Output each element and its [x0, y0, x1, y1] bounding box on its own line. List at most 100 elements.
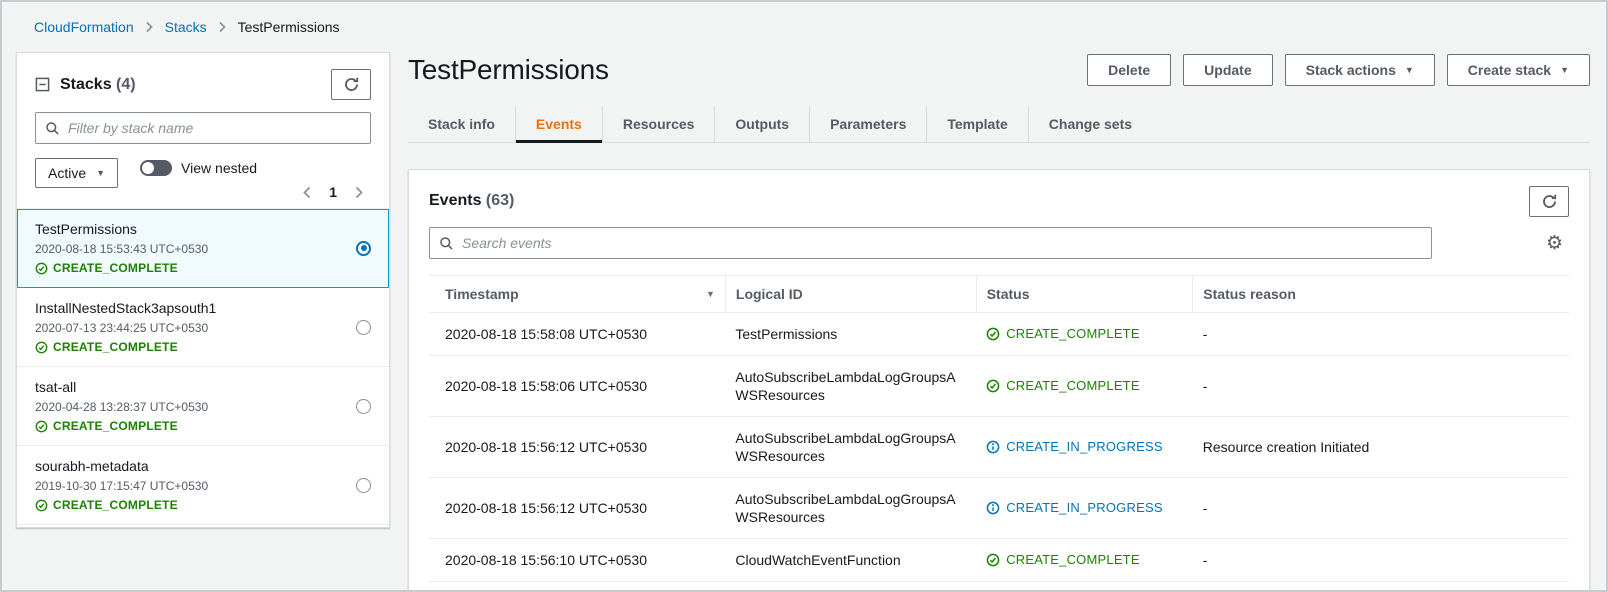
event-status: CREATE_COMPLETE [986, 377, 1183, 395]
success-check-icon [986, 379, 1000, 393]
stack-status: CREATE_COMPLETE [35, 340, 356, 354]
cloudformation-console: CloudFormation Stacks TestPermissions St… [0, 0, 1608, 592]
refresh-events-button[interactable] [1529, 186, 1569, 217]
event-logical-id: AutoSubscribeLambdaLogGroupsAWSResources [725, 356, 976, 417]
caret-down-icon: ▼ [1560, 65, 1569, 75]
event-logical-id: AutoSubscribeLambdaLogGroupsAWSResources [725, 417, 976, 478]
stack-radio[interactable] [356, 320, 371, 335]
breadcrumb-current: TestPermissions [238, 19, 340, 35]
event-status: CREATE_IN_PROGRESS [986, 499, 1183, 517]
events-panel-title: Events (63) [429, 186, 514, 210]
stack-name: TestPermissions [35, 221, 356, 237]
info-icon [986, 501, 1000, 515]
event-row: 2020-08-18 15:58:08 UTC+0530 TestPermiss… [429, 313, 1569, 356]
stack-timestamp: 2020-08-18 15:53:43 UTC+0530 [35, 242, 356, 256]
event-row: 2020-08-18 15:56:10 UTC+0530 CloudWatchE… [429, 539, 1569, 582]
event-status-reason: - [1193, 582, 1569, 592]
sort-descending-icon[interactable]: ▼ [706, 289, 715, 299]
view-nested-toggle[interactable] [140, 160, 172, 176]
main-content: TestPermissions Delete Update Stack acti… [408, 52, 1590, 592]
success-check-icon [35, 420, 48, 433]
caret-down-icon: ▼ [1405, 65, 1414, 75]
refresh-stacks-button[interactable] [331, 69, 371, 100]
success-check-icon [986, 553, 1000, 567]
tab-events[interactable]: Events [515, 106, 602, 142]
tab-change-sets[interactable]: Change sets [1028, 106, 1152, 142]
stack-timestamp: 2019-10-30 17:15:47 UTC+0530 [35, 479, 356, 493]
previous-page-icon[interactable] [301, 185, 313, 200]
stack-actions-dropdown-button[interactable]: Stack actions ▼ [1285, 54, 1435, 86]
refresh-icon [1541, 193, 1558, 210]
update-button[interactable]: Update [1183, 54, 1272, 86]
events-table: ▼Timestamp Logical ID Status Status reas… [429, 275, 1569, 592]
stack-list: TestPermissions 2020-08-18 15:53:43 UTC+… [17, 208, 389, 525]
stack-list-item-tsat-all[interactable]: tsat-all 2020-04-28 13:28:37 UTC+0530 CR… [17, 367, 389, 446]
event-timestamp: 2020-08-18 15:58:08 UTC+0530 [429, 313, 725, 356]
chevron-right-icon [217, 20, 228, 34]
event-timestamp: 2020-08-18 15:55:41 UTC+0530 [429, 582, 725, 592]
tab-outputs[interactable]: Outputs [714, 106, 809, 142]
column-header-status: Status [976, 276, 1193, 313]
chevron-right-icon [144, 20, 155, 34]
gear-icon[interactable]: ⚙ [1546, 234, 1563, 253]
breadcrumb-link-stacks[interactable]: Stacks [165, 19, 207, 35]
event-status: CREATE_IN_PROGRESS [986, 438, 1183, 456]
tab-template[interactable]: Template [926, 106, 1027, 142]
event-status-reason: - [1193, 478, 1569, 539]
breadcrumb: CloudFormation Stacks TestPermissions [2, 2, 1606, 48]
stack-list-item-testpermissions[interactable]: TestPermissions 2020-08-18 15:53:43 UTC+… [17, 209, 389, 288]
stack-status: CREATE_COMPLETE [35, 498, 356, 512]
stack-timestamp: 2020-07-13 23:44:25 UTC+0530 [35, 321, 356, 335]
view-nested-label: View nested [181, 160, 257, 176]
caret-down-icon: ▼ [96, 168, 105, 178]
delete-button[interactable]: Delete [1087, 54, 1171, 86]
tab-stack-info[interactable]: Stack info [408, 106, 515, 142]
event-logical-id: TestPermissions [725, 313, 976, 356]
event-timestamp: 2020-08-18 15:56:12 UTC+0530 [429, 417, 725, 478]
stack-name: tsat-all [35, 379, 356, 395]
next-page-icon[interactable] [353, 185, 365, 200]
page-title: TestPermissions [408, 54, 609, 86]
event-timestamp: 2020-08-18 15:56:10 UTC+0530 [429, 539, 725, 582]
create-stack-dropdown-button[interactable]: Create stack ▼ [1447, 54, 1590, 86]
event-logical-id: AutoSubscribeLambdaLogGroupsAWSResources [725, 478, 976, 539]
stacks-count: (4) [116, 76, 136, 93]
stack-name: sourabh-metadata [35, 458, 356, 474]
events-search-input[interactable] [429, 227, 1432, 259]
tab-parameters[interactable]: Parameters [809, 106, 926, 142]
tab-resources[interactable]: Resources [602, 106, 715, 142]
stack-radio[interactable] [356, 399, 371, 414]
column-header-timestamp[interactable]: ▼Timestamp [429, 276, 725, 313]
events-count: (63) [486, 192, 514, 209]
success-check-icon [35, 341, 48, 354]
stack-detail-tabs: Stack info Events Resources Outputs Para… [408, 106, 1590, 143]
success-check-icon [35, 499, 48, 512]
event-row: 2020-08-18 15:56:12 UTC+0530 AutoSubscri… [429, 478, 1569, 539]
event-timestamp: 2020-08-18 15:58:06 UTC+0530 [429, 356, 725, 417]
event-status-reason: - [1193, 313, 1569, 356]
column-header-logical-id: Logical ID [725, 276, 976, 313]
stack-list-item-sourabh-metadata[interactable]: sourabh-metadata 2019-10-30 17:15:47 UTC… [17, 446, 389, 525]
event-status: CREATE_COMPLETE [986, 551, 1183, 569]
current-page-number: 1 [329, 184, 337, 200]
stack-list-item-installnestedstack3apsouth1[interactable]: InstallNestedStack3apsouth1 2020-07-13 2… [17, 288, 389, 367]
event-logical-id: CloudWatchEventFunction [725, 539, 976, 582]
breadcrumb-link-cloudformation[interactable]: CloudFormation [34, 19, 134, 35]
search-icon [439, 236, 454, 251]
stack-status: CREATE_COMPLETE [35, 261, 356, 275]
event-row: 2020-08-18 15:56:12 UTC+0530 AutoSubscri… [429, 417, 1569, 478]
stack-filter-input[interactable] [35, 112, 371, 144]
stack-status-filter-select[interactable]: Active ▼ [35, 158, 118, 188]
success-check-icon [986, 327, 1000, 341]
events-panel: Events (63) ⚙ [408, 169, 1590, 592]
event-status-reason: - [1193, 539, 1569, 582]
collapse-panel-icon[interactable] [35, 77, 50, 92]
event-row: 2020-08-18 15:55:41 UTC+0530 AutoEnableS… [429, 582, 1569, 592]
event-row: 2020-08-18 15:58:06 UTC+0530 AutoSubscri… [429, 356, 1569, 417]
stack-radio-selected[interactable] [356, 241, 371, 256]
stack-radio[interactable] [356, 478, 371, 493]
column-header-status-reason: Status reason [1193, 276, 1569, 313]
event-status: CREATE_COMPLETE [986, 325, 1183, 343]
stack-action-buttons: Delete Update Stack actions ▼ Create sta… [1087, 54, 1590, 86]
event-status-reason: Resource creation Initiated [1193, 417, 1569, 478]
